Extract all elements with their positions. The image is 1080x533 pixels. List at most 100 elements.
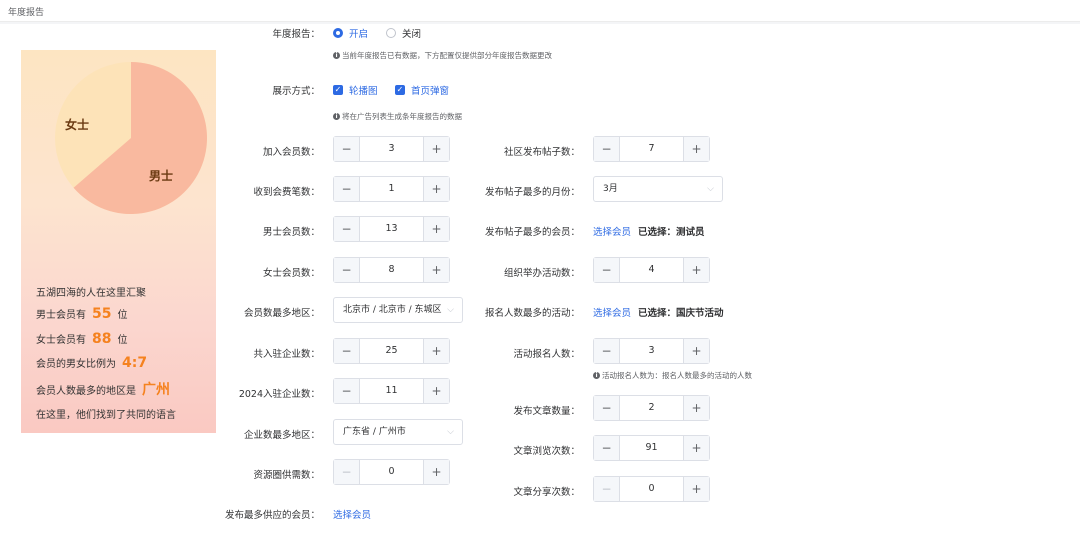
plus-button[interactable]: +: [683, 436, 709, 460]
member-region-label: 会员数最多地区：: [243, 308, 320, 319]
preview-line-3: 女士会员有 88 位: [36, 331, 127, 347]
minus-button[interactable]: −: [594, 339, 620, 363]
select-value: 北京市 / 北京市 / 东城区: [343, 305, 442, 315]
stepper-value[interactable]: 0: [620, 477, 683, 501]
minus-button[interactable]: −: [334, 177, 360, 201]
company-region-select[interactable]: 广东省 / 广州市 ⌵: [333, 419, 463, 445]
companies-2024-stepper[interactable]: −11 +: [333, 378, 450, 404]
stepper-value[interactable]: 13: [360, 217, 423, 241]
report-on-label: 开启: [349, 29, 369, 40]
minus-button[interactable]: −: [334, 217, 360, 241]
stepper-value[interactable]: 3: [360, 137, 423, 161]
plus-button[interactable]: +: [423, 217, 449, 241]
stepper-value[interactable]: 1: [360, 177, 423, 201]
plus-button[interactable]: +: [683, 396, 709, 420]
plus-button[interactable]: +: [683, 137, 709, 161]
minus-button[interactable]: −: [334, 137, 360, 161]
fees-stepper[interactable]: −1 +: [333, 176, 450, 202]
radio-dot: [386, 28, 396, 38]
signups-stepper[interactable]: −3 +: [593, 338, 710, 364]
report-off-radio[interactable]: 关闭: [386, 26, 421, 40]
report-label: 年度报告：: [272, 29, 320, 40]
stepper-value[interactable]: 8: [360, 258, 423, 282]
stepper-value[interactable]: 25: [360, 339, 423, 363]
display-carousel-checkbox[interactable]: ✓ 轮播图: [333, 83, 378, 97]
stepper-value[interactable]: 2: [620, 396, 683, 420]
male-members-label: 男士会员数：: [262, 227, 320, 238]
stepper-value[interactable]: 0: [360, 460, 423, 484]
join-members-stepper[interactable]: −3 +: [333, 136, 450, 162]
minus-button[interactable]: −: [594, 396, 620, 420]
female-count-value: 88: [92, 331, 112, 347]
report-on-radio[interactable]: 开启: [333, 26, 368, 40]
post-member-label: 发布帖子最多的会员：: [484, 227, 580, 238]
resources-stepper[interactable]: −0 +: [333, 459, 450, 485]
radio-dot: [333, 28, 343, 38]
stepper-value[interactable]: 91: [620, 436, 683, 460]
female-count-suffix: 位: [117, 335, 128, 346]
stepper-value[interactable]: 3: [620, 339, 683, 363]
post-member-select-link[interactable]: 选择会员: [593, 224, 631, 238]
display-label: 展示方式：: [272, 86, 320, 97]
top-bar: 年度报告: [0, 0, 1080, 22]
companies-label: 共入驻企业数：: [253, 349, 320, 360]
display-popup-checkbox[interactable]: ✓ 首页弹窗: [395, 83, 449, 97]
signups-hint-text: 活动报名人数为：报名人数最多的活动的人数: [602, 371, 752, 380]
minus-button[interactable]: −: [334, 258, 360, 282]
activities-stepper[interactable]: −4 +: [593, 257, 710, 283]
region-value: 广州: [142, 382, 170, 398]
plus-button[interactable]: +: [683, 258, 709, 282]
stepper-value[interactable]: 7: [620, 137, 683, 161]
carousel-label: 轮播图: [349, 86, 378, 97]
plus-button[interactable]: +: [423, 177, 449, 201]
companies-2024-label: 2024入驻企业数：: [238, 389, 320, 400]
member-region-select[interactable]: 北京市 / 北京市 / 东城区 ⌵: [333, 297, 463, 323]
plus-button[interactable]: +: [423, 258, 449, 282]
article-views-stepper[interactable]: −91 +: [593, 435, 710, 461]
preview-line-2: 男士会员有 55 位: [36, 306, 127, 322]
check-icon: ✓: [333, 85, 343, 95]
main-panel: 女士 男士 五湖四海的人在这里汇聚 男士会员有 55 位 女士会员有 88 位 会员的男…: [0, 24, 1080, 533]
ratio-prefix: 会员的男女比例为: [36, 359, 116, 370]
fees-label: 收到会费笔数：: [253, 187, 320, 198]
plus-button[interactable]: +: [683, 339, 709, 363]
male-count-suffix: 位: [117, 310, 128, 321]
article-views-label: 文章浏览次数：: [513, 446, 580, 457]
page-title: 年度报告: [8, 8, 45, 18]
female-members-label: 女士会员数：: [262, 268, 320, 279]
plus-button[interactable]: +: [423, 339, 449, 363]
companies-stepper[interactable]: −25 +: [333, 338, 450, 364]
minus-button[interactable]: −: [594, 477, 620, 501]
minus-button[interactable]: −: [594, 436, 620, 460]
join-members-label: 加入会员数：: [262, 147, 320, 158]
stepper-value[interactable]: 11: [360, 379, 423, 403]
plus-button[interactable]: +: [683, 477, 709, 501]
minus-button[interactable]: −: [334, 379, 360, 403]
articles-stepper[interactable]: −2 +: [593, 395, 710, 421]
plus-button[interactable]: +: [423, 379, 449, 403]
signups-label: 活动报名人数：: [513, 349, 580, 360]
ratio-value: 4:7: [122, 355, 148, 371]
posts-stepper[interactable]: −7 +: [593, 136, 710, 162]
chevron-down-icon: ⌵: [447, 305, 454, 315]
post-month-select[interactable]: 3月 ⌵: [593, 176, 723, 202]
plus-button[interactable]: +: [423, 460, 449, 484]
gender-pie-chart: [55, 62, 208, 214]
minus-button[interactable]: −: [594, 137, 620, 161]
minus-button[interactable]: −: [334, 339, 360, 363]
chevron-down-icon: ⌵: [707, 184, 714, 194]
posts-label: 社区发布帖子数：: [503, 147, 580, 158]
female-members-stepper[interactable]: −8 +: [333, 257, 450, 283]
stepper-value[interactable]: 4: [620, 258, 683, 282]
article-shares-stepper[interactable]: −0 +: [593, 476, 710, 502]
select-value: 3月: [603, 184, 618, 194]
minus-button[interactable]: −: [594, 258, 620, 282]
top-activity-select-link[interactable]: 选择会员: [593, 305, 631, 319]
male-members-stepper[interactable]: −13 +: [333, 216, 450, 242]
supply-member-select-link[interactable]: 选择会员: [333, 507, 371, 521]
minus-button[interactable]: −: [334, 460, 360, 484]
activities-label: 组织举办活动数：: [503, 268, 580, 279]
male-count-value: 55: [92, 306, 112, 322]
plus-button[interactable]: +: [423, 137, 449, 161]
report-off-label: 关闭: [402, 29, 422, 40]
